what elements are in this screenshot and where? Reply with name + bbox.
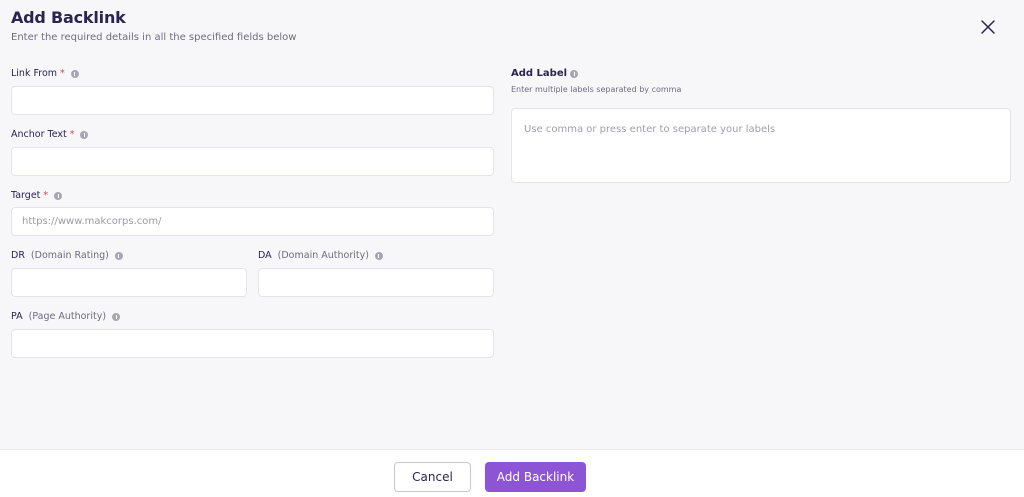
required-mark: * bbox=[43, 190, 49, 201]
add-label-subtitle: Enter multiple labels separated by comma bbox=[511, 85, 682, 94]
link-from-label-text: Link From bbox=[11, 68, 58, 79]
pa-input[interactable] bbox=[11, 329, 494, 358]
modal-header: Add Backlink Enter the required details … bbox=[11, 8, 296, 43]
info-icon[interactable] bbox=[112, 312, 121, 321]
labels-input[interactable] bbox=[511, 108, 1011, 183]
anchor-text-label: Anchor Text * bbox=[11, 129, 89, 140]
modal-footer: Cancel Add Backlink bbox=[0, 449, 1024, 497]
pa-label-text: PA bbox=[11, 311, 23, 322]
target-label-text: Target bbox=[11, 190, 41, 201]
info-icon[interactable] bbox=[374, 251, 383, 260]
info-icon[interactable] bbox=[570, 69, 579, 78]
da-hint: (Domain Authority) bbox=[277, 250, 369, 261]
add-label-title-text: Add Label bbox=[511, 68, 568, 79]
modal-subtitle: Enter the required details in all the sp… bbox=[11, 32, 297, 43]
dr-input[interactable] bbox=[11, 268, 247, 297]
close-icon bbox=[981, 20, 995, 34]
required-mark: * bbox=[69, 129, 75, 140]
target-label: Target * bbox=[11, 190, 63, 201]
anchor-text-label-text: Anchor Text bbox=[11, 129, 67, 140]
da-label: DA (Domain Authority) bbox=[258, 250, 383, 261]
da-label-text: DA bbox=[258, 250, 272, 261]
target-input[interactable] bbox=[11, 207, 494, 236]
info-icon[interactable] bbox=[80, 130, 89, 139]
pa-hint: (Page Authority) bbox=[28, 311, 107, 322]
anchor-text-input[interactable] bbox=[11, 147, 494, 176]
dr-hint: (Domain Rating) bbox=[30, 250, 109, 261]
link-from-input[interactable] bbox=[11, 86, 494, 115]
info-icon[interactable] bbox=[114, 251, 123, 260]
required-mark: * bbox=[60, 68, 65, 79]
link-from-label: Link From * bbox=[11, 68, 79, 79]
pa-label: PA (Page Authority) bbox=[11, 311, 121, 322]
info-icon[interactable] bbox=[54, 191, 63, 200]
da-input[interactable] bbox=[258, 268, 494, 297]
dr-label-text: DR bbox=[11, 250, 25, 261]
cancel-button[interactable]: Cancel bbox=[394, 462, 471, 492]
dr-label: DR (Domain Rating) bbox=[11, 250, 123, 261]
add-backlink-button[interactable]: Add Backlink bbox=[485, 462, 586, 492]
info-icon[interactable] bbox=[70, 69, 79, 78]
modal-title: Add Backlink bbox=[11, 8, 126, 27]
close-button[interactable] bbox=[976, 15, 1000, 39]
add-label-title: Add Label bbox=[511, 68, 579, 79]
